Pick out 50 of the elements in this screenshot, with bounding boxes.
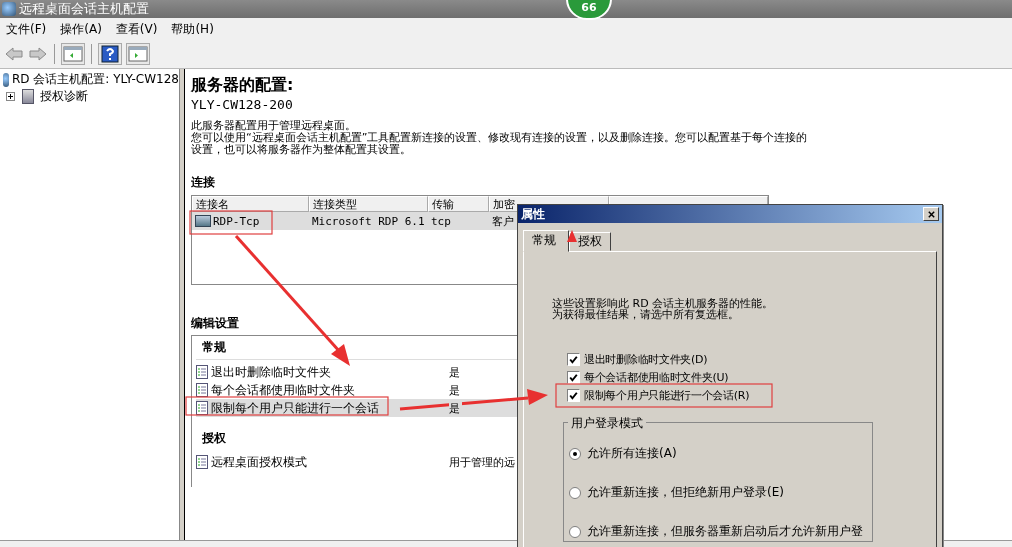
radio-button[interactable]	[569, 447, 581, 460]
property-icon	[196, 401, 208, 415]
panel-toggle-icon[interactable]	[61, 43, 85, 65]
menu-item[interactable]: 帮助(H)	[171, 20, 214, 38]
group-heading: 授权	[201, 430, 227, 447]
checkbox[interactable]	[567, 389, 580, 402]
property-icon	[196, 383, 208, 397]
radio-button[interactable]	[569, 525, 581, 538]
tab[interactable]: 常规	[523, 230, 569, 252]
help-icon[interactable]	[98, 43, 122, 65]
radio-label: 允许所有连接(A)	[587, 445, 677, 462]
radio-button[interactable]	[569, 486, 581, 499]
description-text: 此服务器配置用于管理远程桌面。	[191, 120, 357, 132]
description-text: 这些设置影响此 RD 会话主机服务器的性能。	[552, 298, 775, 309]
column-header[interactable]: 连接类型	[309, 196, 428, 212]
description-text: 您可以使用“远程桌面会话主机配置”工具配置新连接的设置、修改现有连接的设置，以及删除连接。您可以配置基于每个连接的设置，也可以将服务器作为整体配置其设置。	[191, 132, 809, 156]
column-header[interactable]: 传输	[428, 196, 489, 212]
column-header[interactable]: 连接名	[192, 196, 309, 212]
checkbox[interactable]	[567, 353, 580, 366]
menu-item[interactable]: 文件(F)	[6, 20, 47, 38]
group-title: 用户登录模式	[568, 415, 646, 432]
server-name: YLY-CW128-200	[191, 97, 293, 112]
menu-item[interactable]: 查看(V)	[115, 20, 158, 38]
tree-item[interactable]: 授权诊断	[40, 88, 88, 105]
radio-label: 允许重新连接，但服务器重新启动后才允许新用户登	[587, 523, 863, 540]
description-text: 为获得最佳结果，请选中所有复选框。	[552, 309, 739, 320]
checkbox-label: 退出时删除临时文件夹(D)	[584, 352, 708, 367]
property-icon	[196, 455, 208, 469]
menu-item[interactable]: 操作(A)	[60, 20, 102, 38]
checkbox-label: 限制每个用户只能进行一个会话(R)	[584, 388, 750, 403]
section-heading: 编辑设置	[191, 315, 239, 332]
settings-row[interactable]: 远程桌面授权模式 用于管理的远	[196, 453, 526, 471]
table-cell: tcp	[431, 214, 451, 228]
settings-row[interactable]: 每个会话都使用临时文件夹 是	[196, 381, 526, 399]
panel-toggle-icon[interactable]	[126, 43, 150, 65]
arrowhead-mark	[567, 230, 577, 242]
checkbox-label: 每个会话都使用临时文件夹(U)	[584, 370, 729, 385]
section-heading: 连接	[191, 174, 215, 191]
close-icon	[926, 209, 936, 219]
expand-icon[interactable]	[6, 92, 15, 101]
settings-row[interactable]: 退出时删除临时文件夹 是	[196, 363, 526, 381]
radio-label: 允许重新连接，但拒绝新用户登录(E)	[587, 484, 784, 501]
property-icon	[196, 365, 208, 379]
page-heading: 服务器的配置:	[191, 75, 294, 96]
close-button[interactable]	[923, 207, 939, 221]
table-cell: RDP-Tcp	[213, 214, 260, 228]
table-cell: 客户	[492, 213, 514, 229]
tree-item[interactable]: RD 会话主机配置: YLY-CW128	[11, 71, 179, 88]
window-title: 远程桌面会话主机配置	[19, 0, 149, 18]
table-cell: Microsoft RDP 6.1	[312, 214, 425, 228]
